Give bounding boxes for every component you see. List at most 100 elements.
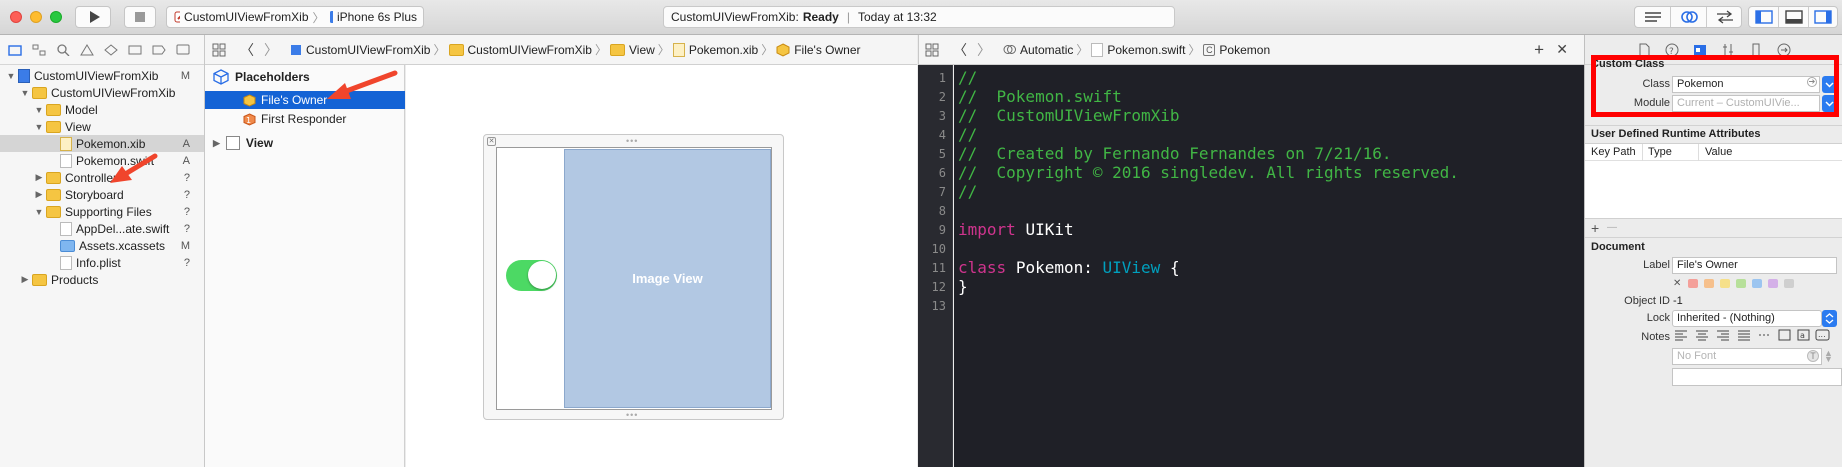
swatch-gray[interactable]	[1784, 279, 1794, 288]
crumb-xib-file[interactable]: Pokemon.xib	[672, 42, 758, 57]
products-group-row[interactable]: ▶ Products	[0, 271, 204, 288]
disclosure-right-icon[interactable]: ▶	[34, 172, 44, 183]
xib-file-icon	[672, 42, 685, 57]
runtime-attributes-table[interactable]: Key Path Type Value	[1585, 143, 1842, 219]
disclosure-down-icon[interactable]: ▼	[34, 105, 44, 115]
assistant-editor-button[interactable]	[1671, 7, 1707, 27]
folder-nav-icon[interactable]	[8, 44, 22, 56]
col-keypath[interactable]: Key Path	[1591, 146, 1636, 158]
run-button[interactable]	[75, 6, 111, 28]
report-nav-icon[interactable]	[176, 44, 190, 56]
project-row[interactable]: ▼ CustomUIViewFromXib M	[0, 67, 204, 84]
toggle-switch[interactable]	[506, 260, 557, 291]
swatch-red[interactable]	[1688, 279, 1698, 288]
doc-label-field[interactable]: File's Owner	[1672, 257, 1837, 274]
back-arrow-icon[interactable]: 〈	[953, 40, 967, 60]
supporting-files-row[interactable]: ▼ Supporting Files?	[0, 203, 204, 220]
view-group-row[interactable]: ▼ View	[0, 118, 204, 135]
crumb-view-group[interactable]: View	[610, 43, 655, 57]
related-items-icon[interactable]	[925, 43, 939, 57]
scheme-selector[interactable]: CustomUIViewFromXib 〉 iPhone 6s Plus	[166, 6, 424, 28]
lock-popup[interactable]: Inherited - (Nothing)	[1672, 310, 1822, 327]
font-picker-icon[interactable]: T	[1807, 350, 1819, 362]
disclosure-down-icon[interactable]: ▼	[34, 207, 44, 217]
crumb-project[interactable]: CustomUIViewFromXib	[290, 43, 430, 57]
doc-label-value: File's Owner	[1677, 259, 1738, 271]
crumb-class[interactable]: C Pokemon	[1203, 43, 1270, 57]
add-editor-icon[interactable]: +	[1534, 40, 1544, 60]
find-nav-icon[interactable]	[56, 43, 70, 56]
lock-dropdown-button[interactable]	[1822, 310, 1837, 327]
type-token: UIView	[1102, 258, 1161, 277]
remove-attribute-button[interactable]: —	[1607, 222, 1617, 233]
col-type[interactable]: Type	[1648, 146, 1672, 158]
zoom-window-button[interactable]	[50, 11, 62, 23]
model-group-row[interactable]: ▼ Model	[0, 101, 204, 118]
xib-view-frame[interactable]: ✕ Image View ••• •••	[483, 134, 784, 420]
text-box-icon[interactable]	[1777, 328, 1793, 342]
disclosure-down-icon[interactable]: ▼	[6, 71, 16, 81]
forward-arrow-icon[interactable]: 〉	[977, 40, 991, 60]
font-stepper-icon[interactable]: ▲ ▼	[1824, 349, 1833, 364]
align-left-icon[interactable]	[1672, 328, 1690, 342]
text-style-icon[interactable]: a	[1796, 328, 1812, 342]
disclosure-right-icon[interactable]: ▶	[213, 138, 220, 149]
natural-align-icon[interactable]	[1756, 328, 1774, 342]
top-resize-handle[interactable]: •••	[626, 136, 638, 146]
add-attribute-button[interactable]: +	[1591, 220, 1599, 236]
back-arrow-icon[interactable]: 〈	[240, 40, 254, 60]
disclosure-down-icon[interactable]: ▼	[20, 88, 30, 98]
test-nav-icon[interactable]	[104, 43, 118, 56]
align-center-icon[interactable]	[1693, 328, 1711, 342]
info-plist-row[interactable]: Info.plist?	[0, 254, 204, 271]
crumb-swift-file[interactable]: Pokemon.swift	[1091, 42, 1185, 57]
bottom-resize-handle[interactable]: •••	[626, 410, 638, 420]
disclosure-right-icon[interactable]: ▶	[34, 189, 44, 200]
font-field[interactable]: No Font	[1672, 348, 1822, 365]
image-view[interactable]: Image View	[564, 149, 771, 408]
close-window-button[interactable]	[10, 11, 22, 23]
outline-view[interactable]: ▶ View	[213, 136, 273, 150]
placeholders-section[interactable]: Placeholders	[213, 69, 310, 85]
debug-nav-icon[interactable]	[128, 44, 142, 56]
swatch-green[interactable]	[1736, 279, 1746, 288]
no-color-swatch[interactable]: ✕	[1673, 278, 1681, 289]
crumb-group[interactable]: CustomUIViewFromXib	[448, 43, 592, 57]
code-jump-bar: 〈 〉 Automatic 〉 Pokemon.swift 〉 C Pokemo…	[918, 35, 1584, 65]
assistant-mode-crumb[interactable]: Automatic	[1003, 43, 1073, 57]
outline-first-responder[interactable]: 1 First Responder	[205, 110, 405, 128]
close-editor-icon[interactable]: ✕	[1556, 41, 1568, 58]
justify-icon[interactable]	[1735, 328, 1753, 342]
version-editor-button[interactable]	[1707, 7, 1743, 27]
custom-view[interactable]: Image View	[496, 147, 772, 410]
breakpoint-nav-icon[interactable]	[152, 44, 166, 56]
source-control-status: ?	[183, 256, 190, 269]
swatch-orange[interactable]	[1704, 279, 1714, 288]
notes-text-area[interactable]	[1672, 368, 1842, 386]
close-scene-icon[interactable]: ✕	[487, 137, 496, 146]
align-right-icon[interactable]	[1714, 328, 1732, 342]
symbol-nav-icon[interactable]	[32, 44, 46, 56]
col-value[interactable]: Value	[1705, 146, 1732, 158]
swatch-blue[interactable]	[1752, 279, 1762, 288]
swatch-purple[interactable]	[1768, 279, 1778, 288]
appdelegate-row[interactable]: AppDel...ate.swift?	[0, 220, 204, 237]
source-editor[interactable]: //// Pokemon.swift// CustomUIViewFromXib…	[954, 65, 1584, 467]
stop-button[interactable]	[124, 6, 156, 28]
minimize-window-button[interactable]	[30, 11, 42, 23]
standard-editor-button[interactable]	[1635, 7, 1671, 27]
disclosure-down-icon[interactable]: ▼	[34, 122, 44, 132]
toggle-utilities-button[interactable]	[1809, 7, 1839, 27]
swatch-yellow[interactable]	[1720, 279, 1730, 288]
crumb-files-owner[interactable]: File's Owner	[776, 43, 861, 57]
toggle-navigator-button[interactable]	[1749, 7, 1779, 27]
toggle-debug-button[interactable]	[1779, 7, 1809, 27]
group-row[interactable]: ▼ CustomUIViewFromXib	[0, 84, 204, 101]
related-items-icon[interactable]	[212, 43, 226, 57]
forward-arrow-icon[interactable]: 〉	[264, 40, 278, 60]
more-options-icon[interactable]: ...	[1815, 328, 1831, 342]
line-number: 6	[938, 166, 946, 180]
disclosure-right-icon[interactable]: ▶	[20, 274, 30, 285]
issue-nav-icon[interactable]	[80, 43, 94, 56]
assets-row[interactable]: Assets.xcassets M	[0, 237, 204, 254]
